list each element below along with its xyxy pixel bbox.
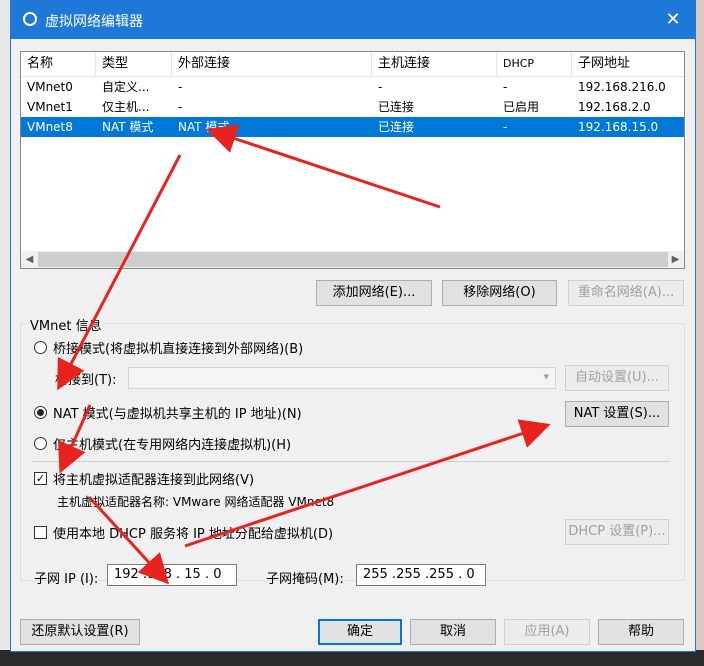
background-bottom <box>0 650 704 666</box>
cancel-button[interactable]: 取消 <box>410 619 496 645</box>
close-icon[interactable]: ✕ <box>651 1 695 39</box>
cell-type: NAT 模式 <box>102 120 154 134</box>
cell-host: 已连接 <box>378 120 415 134</box>
bridge-to-select: ▾ <box>128 367 556 389</box>
title-bar: 虚拟网络编辑器 ✕ <box>11 1 695 39</box>
section-divider <box>33 461 670 462</box>
virtual-network-editor-window: 虚拟网络编辑器 ✕ 名称 类型 外部连接 主机连接 DHCP 子网地址 VMne… <box>10 0 696 652</box>
nat-mode-label[interactable]: NAT 模式(与虚拟机共享主机的 IP 地址)(N) <box>53 403 302 422</box>
cell-type: 自定义... <box>102 80 150 94</box>
host-only-radio[interactable] <box>34 437 47 450</box>
subnet-ip-field[interactable]: 192 .168 . 15 . 0 <box>107 564 237 586</box>
use-dhcp-label[interactable]: 使用本地 DHCP 服务将 IP 地址分配给虚拟机(D) <box>53 523 333 542</box>
bridge-to-label: 桥接到(T): <box>55 373 117 388</box>
vmnet-info-label: VMnet 信息 <box>28 315 104 334</box>
table-row[interactable]: VMnet0 自定义... - - - 192.168.216.0 <box>21 77 684 97</box>
rename-network-button: 重命名网络(A)... <box>568 280 684 306</box>
cell-name: VMnet0 <box>27 80 73 94</box>
column-header-host[interactable]: 主机连接 <box>372 52 497 76</box>
remove-network-button[interactable]: 移除网络(O) <box>442 280 557 306</box>
table-header: 名称 类型 外部连接 主机连接 DHCP 子网地址 <box>21 52 684 77</box>
cell-dhcp: 已启用 <box>503 100 540 114</box>
apply-button: 应用(A) <box>504 619 590 645</box>
subnet-ip-label: 子网 IP (I): <box>34 572 99 587</box>
auto-settings-button: 自动设置(U)... <box>565 365 669 391</box>
cell-external: - <box>178 80 183 94</box>
host-only-label[interactable]: 仅主机模式(在专用网络内连接虚拟机)(H) <box>53 434 291 453</box>
scroll-left-icon[interactable]: ◀ <box>21 251 38 268</box>
column-header-dhcp[interactable]: DHCP <box>497 52 572 76</box>
subnet-mask-label: 子网掩码(M): <box>266 572 344 587</box>
cell-external: - <box>178 100 183 114</box>
bridge-mode-radio[interactable] <box>34 341 47 354</box>
table-row[interactable]: VMnet1 仅主机... - 已连接 已启用 192.168.2.0 <box>21 97 684 117</box>
help-button[interactable]: 帮助 <box>598 619 684 645</box>
column-header-subnet[interactable]: 子网地址 <box>572 52 686 76</box>
cell-type: 仅主机... <box>102 100 150 114</box>
use-dhcp-checkbox[interactable] <box>34 526 47 539</box>
adapter-name-text: 主机虚拟适配器名称: VMware 网络适配器 VMnet8 <box>57 495 335 509</box>
cell-host: 已连接 <box>378 100 415 114</box>
table-row-selected[interactable]: VMnet8 NAT 模式 NAT 模式 已连接 - 192.168.15.0 <box>21 117 684 137</box>
dhcp-settings-button: DHCP 设置(P)... <box>565 519 669 545</box>
cell-subnet: 192.168.2.0 <box>578 100 651 114</box>
add-network-button[interactable]: 添加网络(E)... <box>316 280 432 306</box>
bridge-mode-label[interactable]: 桥接模式(将虚拟机直接连接到外部网络)(B) <box>53 338 303 357</box>
column-header-name[interactable]: 名称 <box>21 52 96 76</box>
cell-dhcp: - <box>503 120 508 134</box>
cell-external: NAT 模式 <box>178 120 230 134</box>
cell-subnet: 192.168.216.0 <box>578 80 666 94</box>
horizontal-scrollbar[interactable]: ◀ ▶ <box>21 251 684 268</box>
cell-host: - <box>378 80 383 94</box>
cell-name: VMnet8 <box>27 120 73 134</box>
column-header-external[interactable]: 外部连接 <box>172 52 372 76</box>
scroll-right-icon[interactable]: ▶ <box>667 251 684 268</box>
network-list[interactable]: 名称 类型 外部连接 主机连接 DHCP 子网地址 VMnet0 自定义... … <box>20 51 685 269</box>
column-header-type[interactable]: 类型 <box>96 52 172 76</box>
chevron-down-icon: ▾ <box>543 370 549 383</box>
nat-mode-radio[interactable] <box>34 406 47 419</box>
scrollbar-thumb[interactable] <box>38 252 668 267</box>
connect-adapter-label[interactable]: 将主机虚拟适配器连接到此网络(V) <box>53 469 254 488</box>
network-globe-icon <box>23 12 37 26</box>
cell-name: VMnet1 <box>27 100 73 114</box>
restore-defaults-button[interactable]: 还原默认设置(R) <box>20 619 140 645</box>
ok-button[interactable]: 确定 <box>318 619 402 645</box>
background-left <box>0 0 10 666</box>
cell-subnet: 192.168.15.0 <box>578 120 659 134</box>
window-title: 虚拟网络编辑器 <box>45 14 143 30</box>
subnet-mask-field[interactable]: 255 .255 .255 . 0 <box>356 564 486 586</box>
connect-adapter-checkbox[interactable]: ✓ <box>34 472 47 485</box>
nat-settings-button[interactable]: NAT 设置(S)... <box>565 401 669 427</box>
cell-dhcp: - <box>503 80 508 94</box>
